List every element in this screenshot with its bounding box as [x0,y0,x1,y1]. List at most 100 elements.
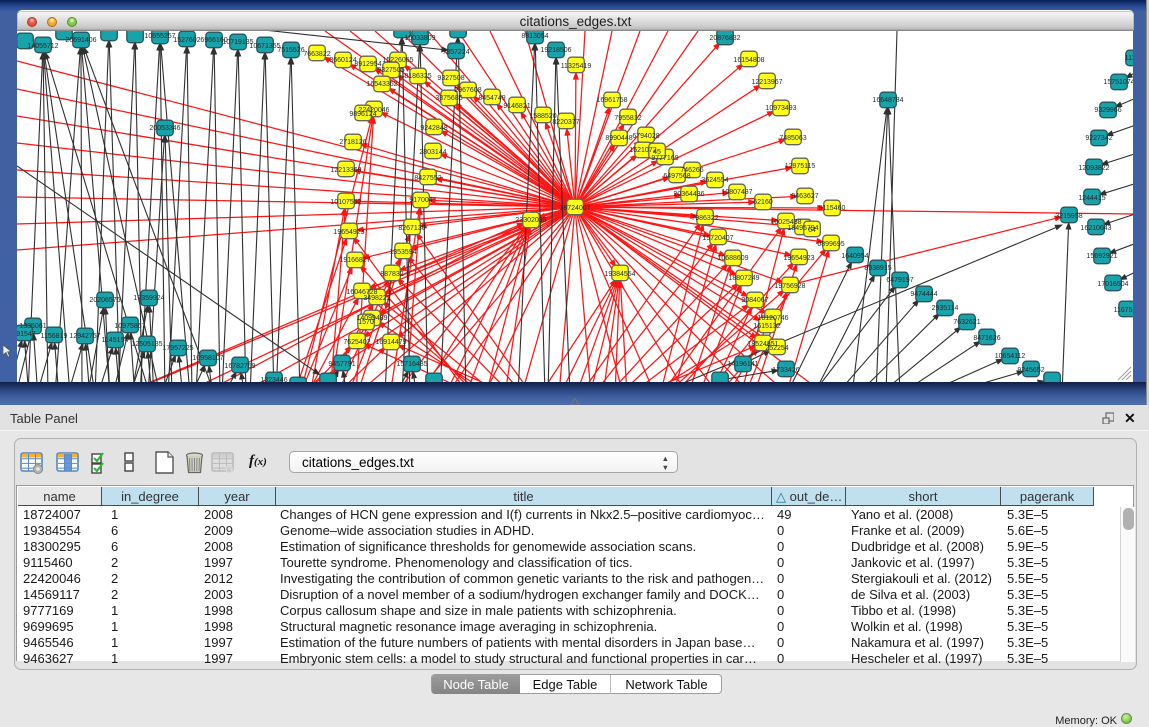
svg-text:6794028: 6794028 [632,133,659,140]
svg-text:64: 64 [808,227,816,234]
svg-text:8267130: 8267130 [398,225,425,232]
svg-text:9474444: 9474444 [910,291,937,298]
svg-text:10975867: 10975867 [114,323,145,330]
svg-text:16543362: 16543362 [366,81,397,88]
svg-text:252254: 252254 [765,345,788,352]
svg-text:19384554: 19384554 [604,271,635,278]
svg-text:45: 45 [653,149,661,156]
svg-text:20364436: 20364436 [673,191,704,198]
svg-text:3498222: 3498222 [363,295,390,302]
svg-text:16033809: 16033809 [404,35,435,42]
svg-text:20876832: 20876832 [709,35,740,42]
svg-text:1640954: 1640954 [841,253,868,260]
svg-text:3215958: 3215958 [1055,213,1082,220]
svg-text:17957225: 17957225 [162,345,193,352]
svg-text:15226055: 15226055 [382,57,413,64]
svg-text:9227342: 9227342 [1085,135,1112,142]
svg-text:7515526: 7515526 [277,47,304,54]
svg-text:62160: 62160 [753,199,773,206]
svg-text:9329966: 9329966 [1094,107,1121,114]
svg-text:18724007: 18724007 [559,205,590,212]
svg-text:887832: 887832 [380,271,403,278]
svg-text:7625402: 7625402 [343,339,370,346]
svg-text:8220377: 8220377 [552,119,579,126]
svg-text:12942757: 12942757 [69,333,100,340]
svg-text:20053346: 20053346 [149,125,180,132]
svg-text:11125: 11125 [1125,55,1133,62]
svg-text:9146821: 9146821 [503,103,530,110]
svg-text:1353594: 1353594 [389,249,416,256]
svg-text:7485063: 7485063 [779,135,806,142]
svg-text:8660124: 8660124 [329,57,356,64]
svg-text:12093822: 12093822 [1078,165,1109,172]
svg-text:14196141: 14196141 [727,361,758,368]
svg-text:7857224: 7857224 [442,49,469,56]
svg-text:8186325: 8186325 [404,73,431,80]
svg-text:10807487: 10807487 [721,189,752,196]
svg-text:10654112: 10654112 [995,353,1026,360]
svg-text:6497568: 6497568 [663,173,690,180]
svg-text:9327505: 9327505 [377,67,404,74]
svg-text:3875685: 3875685 [435,95,462,102]
svg-text:14055712: 14055712 [27,43,58,50]
svg-text:20206576: 20206576 [89,297,120,304]
svg-text:9115460: 9115460 [819,205,846,212]
svg-text:15720407: 15720407 [702,235,733,242]
svg-text:8471626: 8471626 [973,335,1000,342]
svg-text:1733426: 1733426 [772,367,799,374]
svg-text:9457791: 9457791 [328,361,355,368]
svg-text:2967608: 2967608 [454,87,481,94]
svg-text:15692921: 15692921 [1086,253,1117,260]
svg-text:15716485: 15716485 [396,361,427,368]
svg-text:9463627: 9463627 [791,193,818,200]
svg-text:2935114: 2935114 [932,305,959,312]
svg-text:12213369: 12213369 [330,167,361,174]
svg-text:12505135: 12505135 [131,341,162,348]
svg-text:19654923: 19654923 [333,229,364,236]
svg-text:3624554: 3624554 [701,177,728,184]
svg-text:1527602: 1527602 [173,37,200,44]
svg-text:15751074: 15751074 [1103,79,1133,86]
svg-text:1570: 1570 [358,319,374,326]
svg-text:16961758: 16961758 [596,97,627,104]
svg-text:9242848: 9242848 [420,125,447,132]
svg-text:10671355: 10671355 [249,43,280,50]
svg-text:10958107: 10958107 [192,355,223,362]
svg-text:7663822: 7663822 [303,51,330,58]
svg-text:391547: 391547 [17,331,36,338]
svg-text:9777169: 9777169 [651,155,678,162]
svg-text:16120746: 16120746 [757,315,788,322]
svg-text:16914479: 16914479 [375,339,406,346]
svg-text:10973493: 10973493 [765,105,796,112]
svg-text:23302035: 23302035 [515,217,546,224]
svg-text:8813054: 8813054 [521,33,548,40]
svg-text:10655257: 10655257 [144,33,175,40]
svg-text:8938915: 8938915 [864,265,891,272]
svg-text:18807249: 18807249 [728,275,759,282]
svg-text:1335061: 1335061 [19,323,46,330]
svg-text:20691406: 20691406 [65,37,96,44]
svg-text:12213967: 12213967 [751,79,782,86]
svg-text:1167534: 1167534 [1114,307,1133,314]
svg-text:10688609: 10688609 [717,255,748,262]
svg-text:19654923: 19654923 [783,255,814,262]
svg-text:9084067: 9084067 [741,297,768,304]
svg-text:16782759: 16782759 [224,363,255,370]
svg-text:8990448: 8990448 [605,135,632,142]
svg-text:11325419: 11325419 [561,63,592,70]
svg-text:16210643: 16210643 [1080,225,1111,232]
svg-text:17359924: 17359924 [133,295,164,302]
svg-text:2803144: 2803144 [419,149,446,156]
svg-text:1156819: 1156819 [41,333,68,340]
svg-text:917004: 917004 [409,197,432,204]
svg-text:9896124: 9896124 [349,111,376,118]
svg-text:9327508: 9327508 [437,75,464,82]
svg-text:19756928: 19756928 [774,283,805,290]
svg-text:19218506: 19218506 [540,47,571,54]
svg-text:9245652: 9245652 [1017,367,1044,374]
svg-text:8454749: 8454749 [478,95,505,102]
svg-text:7632621: 7632621 [953,319,980,326]
svg-text:1323446: 1323446 [260,377,287,382]
svg-text:6479197: 6479197 [886,277,913,284]
svg-text:x: x [227,465,231,474]
